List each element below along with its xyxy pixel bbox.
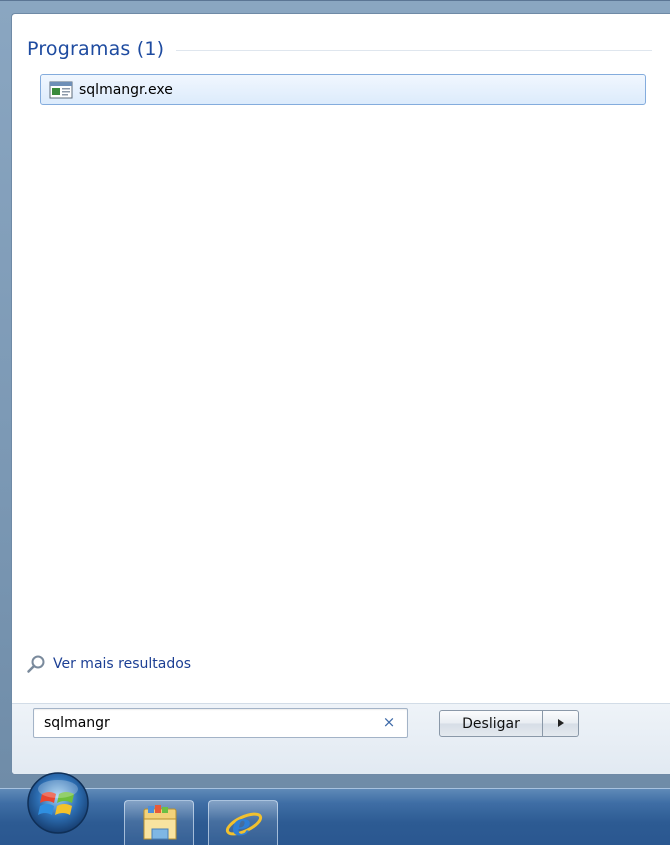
folder-library-icon (139, 803, 181, 845)
taskbar-internet-explorer-button[interactable]: e (208, 800, 278, 845)
clear-search-icon[interactable]: × (381, 714, 397, 730)
programs-section-header: Programas (1) (27, 38, 652, 60)
section-title: Programas (1) (27, 38, 165, 60)
search-result-item[interactable]: sqlmangr.exe (40, 74, 646, 105)
search-box: × (33, 708, 408, 738)
svg-text:e: e (232, 808, 251, 843)
shutdown-control: Desligar (439, 710, 579, 737)
internet-explorer-icon: e (223, 803, 265, 845)
shutdown-button[interactable]: Desligar (439, 710, 543, 737)
taskbar (0, 788, 670, 845)
search-input[interactable] (34, 709, 364, 737)
taskbar-explorer-button[interactable] (124, 800, 194, 845)
triangle-right-icon (557, 716, 565, 731)
magnifier-icon (26, 654, 46, 674)
see-more-results-label: Ver mais resultados (53, 656, 192, 672)
search-result-label: sqlmangr.exe (79, 81, 173, 98)
section-divider (176, 49, 652, 51)
windows-logo-icon (22, 772, 94, 843)
application-window-icon (49, 81, 73, 99)
start-button[interactable] (22, 767, 94, 839)
shutdown-options-button[interactable] (543, 710, 579, 737)
see-more-results-link[interactable]: Ver mais resultados (26, 654, 191, 674)
